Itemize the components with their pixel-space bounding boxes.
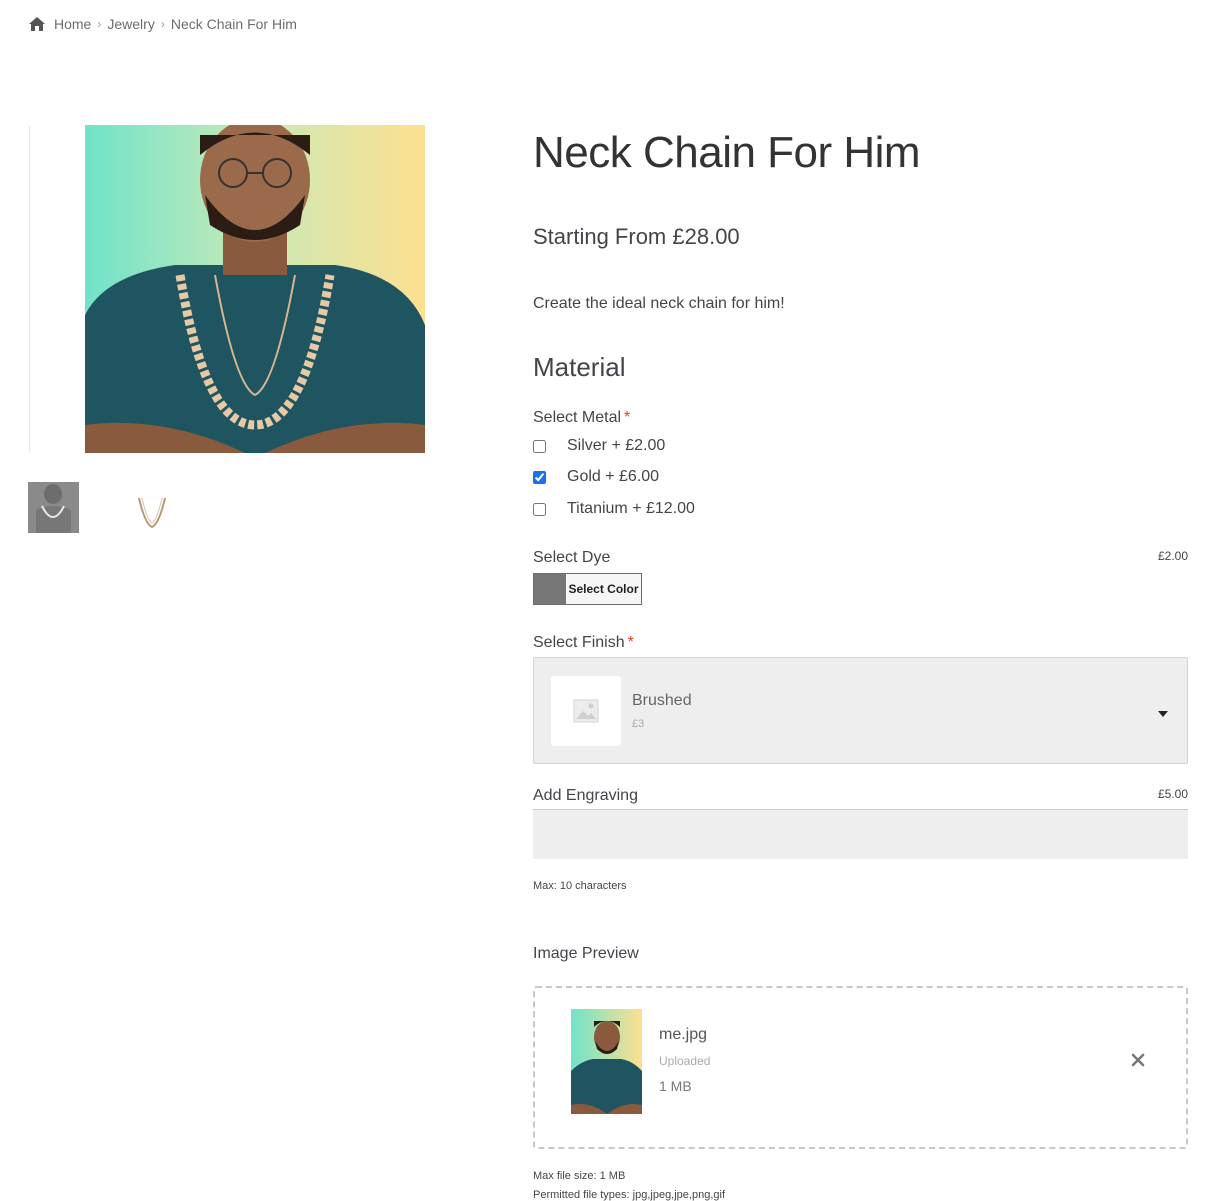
product-main-image[interactable] (85, 125, 425, 453)
gallery-thumbnail-model[interactable] (28, 482, 79, 533)
metal-option-label: Gold + £6.00 (567, 468, 660, 485)
select-metal-label-text: Select Metal (533, 409, 622, 426)
select-metal-label: Select Metal * (533, 409, 630, 427)
metal-option-label: Silver + £2.00 (567, 437, 666, 454)
color-swatch[interactable] (534, 574, 566, 604)
max-file-size-hint: Max file size: 1 MB (533, 1170, 626, 1182)
metal-silver-checkbox[interactable] (533, 439, 546, 453)
metal-option-titanium[interactable]: Titanium + £12.00 (533, 499, 695, 519)
breadcrumb-home-link[interactable]: Home (54, 16, 91, 32)
uploaded-file-size: 1 MB (659, 1078, 692, 1094)
section-title-material: Material (533, 352, 626, 382)
uploaded-image-thumbnail (571, 1009, 642, 1114)
product-title: Neck Chain For Him (533, 128, 921, 177)
file-upload-dropzone[interactable]: me.jpg Uploaded 1 MB (533, 986, 1188, 1149)
finish-selected-name: Brushed (632, 692, 692, 709)
metal-option-gold[interactable]: Gold + £6.00 (533, 467, 659, 487)
breadcrumb-category-link[interactable]: Jewelry (107, 16, 154, 32)
gallery-thumbnail-chain[interactable] (127, 482, 178, 533)
product-price: Starting From £28.00 (533, 224, 740, 249)
engraving-hint: Max: 10 characters (533, 880, 627, 892)
select-finish-label: Select Finish * (533, 634, 634, 652)
image-placeholder-icon (551, 676, 621, 746)
metal-option-label: Titanium + £12.00 (567, 500, 695, 517)
finish-dropdown[interactable]: Brushed £3 (533, 657, 1188, 764)
finish-selected-price: £3 (632, 718, 645, 730)
required-mark: * (627, 634, 634, 651)
engraving-input[interactable] (533, 809, 1188, 859)
close-icon[interactable] (1130, 1052, 1146, 1068)
breadcrumb-separator: › (160, 17, 165, 31)
dye-price: £2.00 (1157, 549, 1188, 563)
breadcrumb-separator: › (97, 17, 102, 31)
home-icon[interactable] (28, 16, 46, 32)
metal-titanium-checkbox[interactable] (533, 502, 546, 516)
metal-gold-checkbox[interactable] (533, 470, 546, 484)
product-description: Create the ideal neck chain for him! (533, 295, 785, 312)
breadcrumb: Home › Jewelry › Neck Chain For Him (28, 14, 297, 34)
uploaded-file-name: me.jpg (659, 1026, 708, 1043)
required-mark: * (624, 409, 631, 426)
image-preview-label: Image Preview (533, 945, 639, 962)
permitted-file-types-hint: Permitted file types: jpg,jpeg,jpe,png,g… (533, 1189, 726, 1201)
select-finish-label-text: Select Finish (533, 634, 625, 651)
select-color-label[interactable]: Select Color (566, 574, 641, 604)
color-picker-button[interactable]: Select Color (533, 573, 642, 605)
upload-status: Uploaded (659, 1054, 711, 1068)
metal-option-silver[interactable]: Silver + £2.00 (533, 436, 665, 456)
select-dye-label: Select Dye (533, 549, 611, 566)
gallery-divider (29, 126, 30, 452)
engraving-price: £5.00 (1157, 787, 1188, 801)
breadcrumb-current: Neck Chain For Him (170, 16, 297, 32)
add-engraving-label: Add Engraving (533, 787, 638, 804)
caret-down-icon[interactable] (1157, 706, 1169, 717)
